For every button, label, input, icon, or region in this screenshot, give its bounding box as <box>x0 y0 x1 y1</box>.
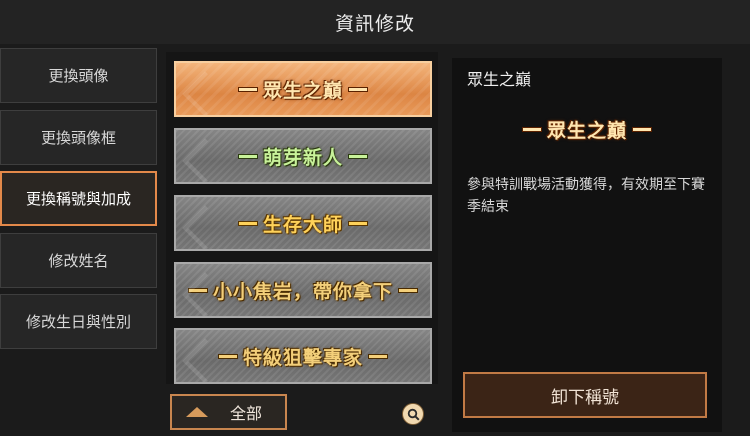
title-detail-panel: 眾生之巔 眾生之巔 參與特訓戰場活動獲得，有效期至下賽季結束 卸下稱號 <box>452 58 722 432</box>
search-icon <box>407 408 420 421</box>
nav-item-label: 更換頭像框 <box>40 129 116 147</box>
title-card[interactable]: 特級狙擊專家 <box>174 328 432 384</box>
nav-item-change-title[interactable]: 更換稱號與加成 <box>0 171 157 226</box>
title-badge: 特級狙擊專家 <box>218 343 387 370</box>
nav-item-label: 更換頭像 <box>48 67 109 85</box>
filter-all-button[interactable]: 全部 <box>170 394 287 430</box>
detail-badge-wrap: 眾生之巔 <box>452 116 722 143</box>
title-badge: 萌芽新人 <box>238 143 367 170</box>
detail-description: 參與特訓戰場活動獲得，有效期至下賽季結束 <box>467 177 705 215</box>
unequip-label: 卸下稱號 <box>551 387 619 408</box>
chevron-decoration-icon <box>182 138 228 182</box>
title-card[interactable]: 生存大師 <box>174 195 432 251</box>
detail-title: 眾生之巔 <box>467 70 532 89</box>
search-button[interactable] <box>402 403 424 425</box>
nav-item-change-avatar[interactable]: 更換頭像 <box>0 48 157 103</box>
nav-item-label: 更換稱號與加成 <box>25 190 131 208</box>
chevron-decoration-icon <box>182 71 228 115</box>
nav-item-label: 修改生日與性別 <box>25 313 131 331</box>
window-header: 資訊修改 <box>0 0 750 44</box>
title-card[interactable]: 小小焦岩，帶你拿下 <box>174 262 432 318</box>
title-list: 眾生之巔 萌芽新人 生存大師 小小焦岩，帶你拿下 特級狙擊專家 <box>166 52 438 384</box>
triangle-up-icon <box>186 407 208 417</box>
detail-title-badge: 眾生之巔 <box>522 116 651 143</box>
title-card[interactable]: 萌芽新人 <box>174 128 432 184</box>
title-card-selected[interactable]: 眾生之巔 <box>174 61 432 117</box>
nav-item-label: 修改姓名 <box>48 252 109 270</box>
filter-label: 全部 <box>230 404 263 423</box>
chevron-decoration-icon <box>182 205 228 249</box>
nav-item-change-name[interactable]: 修改姓名 <box>0 233 157 288</box>
nav-item-change-avatar-frame[interactable]: 更換頭像框 <box>0 110 157 165</box>
nav-item-change-birthday-gender[interactable]: 修改生日與性別 <box>0 294 157 349</box>
title-badge: 眾生之巔 <box>238 76 367 103</box>
page-title: 資訊修改 <box>334 12 415 35</box>
unequip-title-button[interactable]: 卸下稱號 <box>463 372 707 418</box>
title-badge: 生存大師 <box>238 210 367 237</box>
